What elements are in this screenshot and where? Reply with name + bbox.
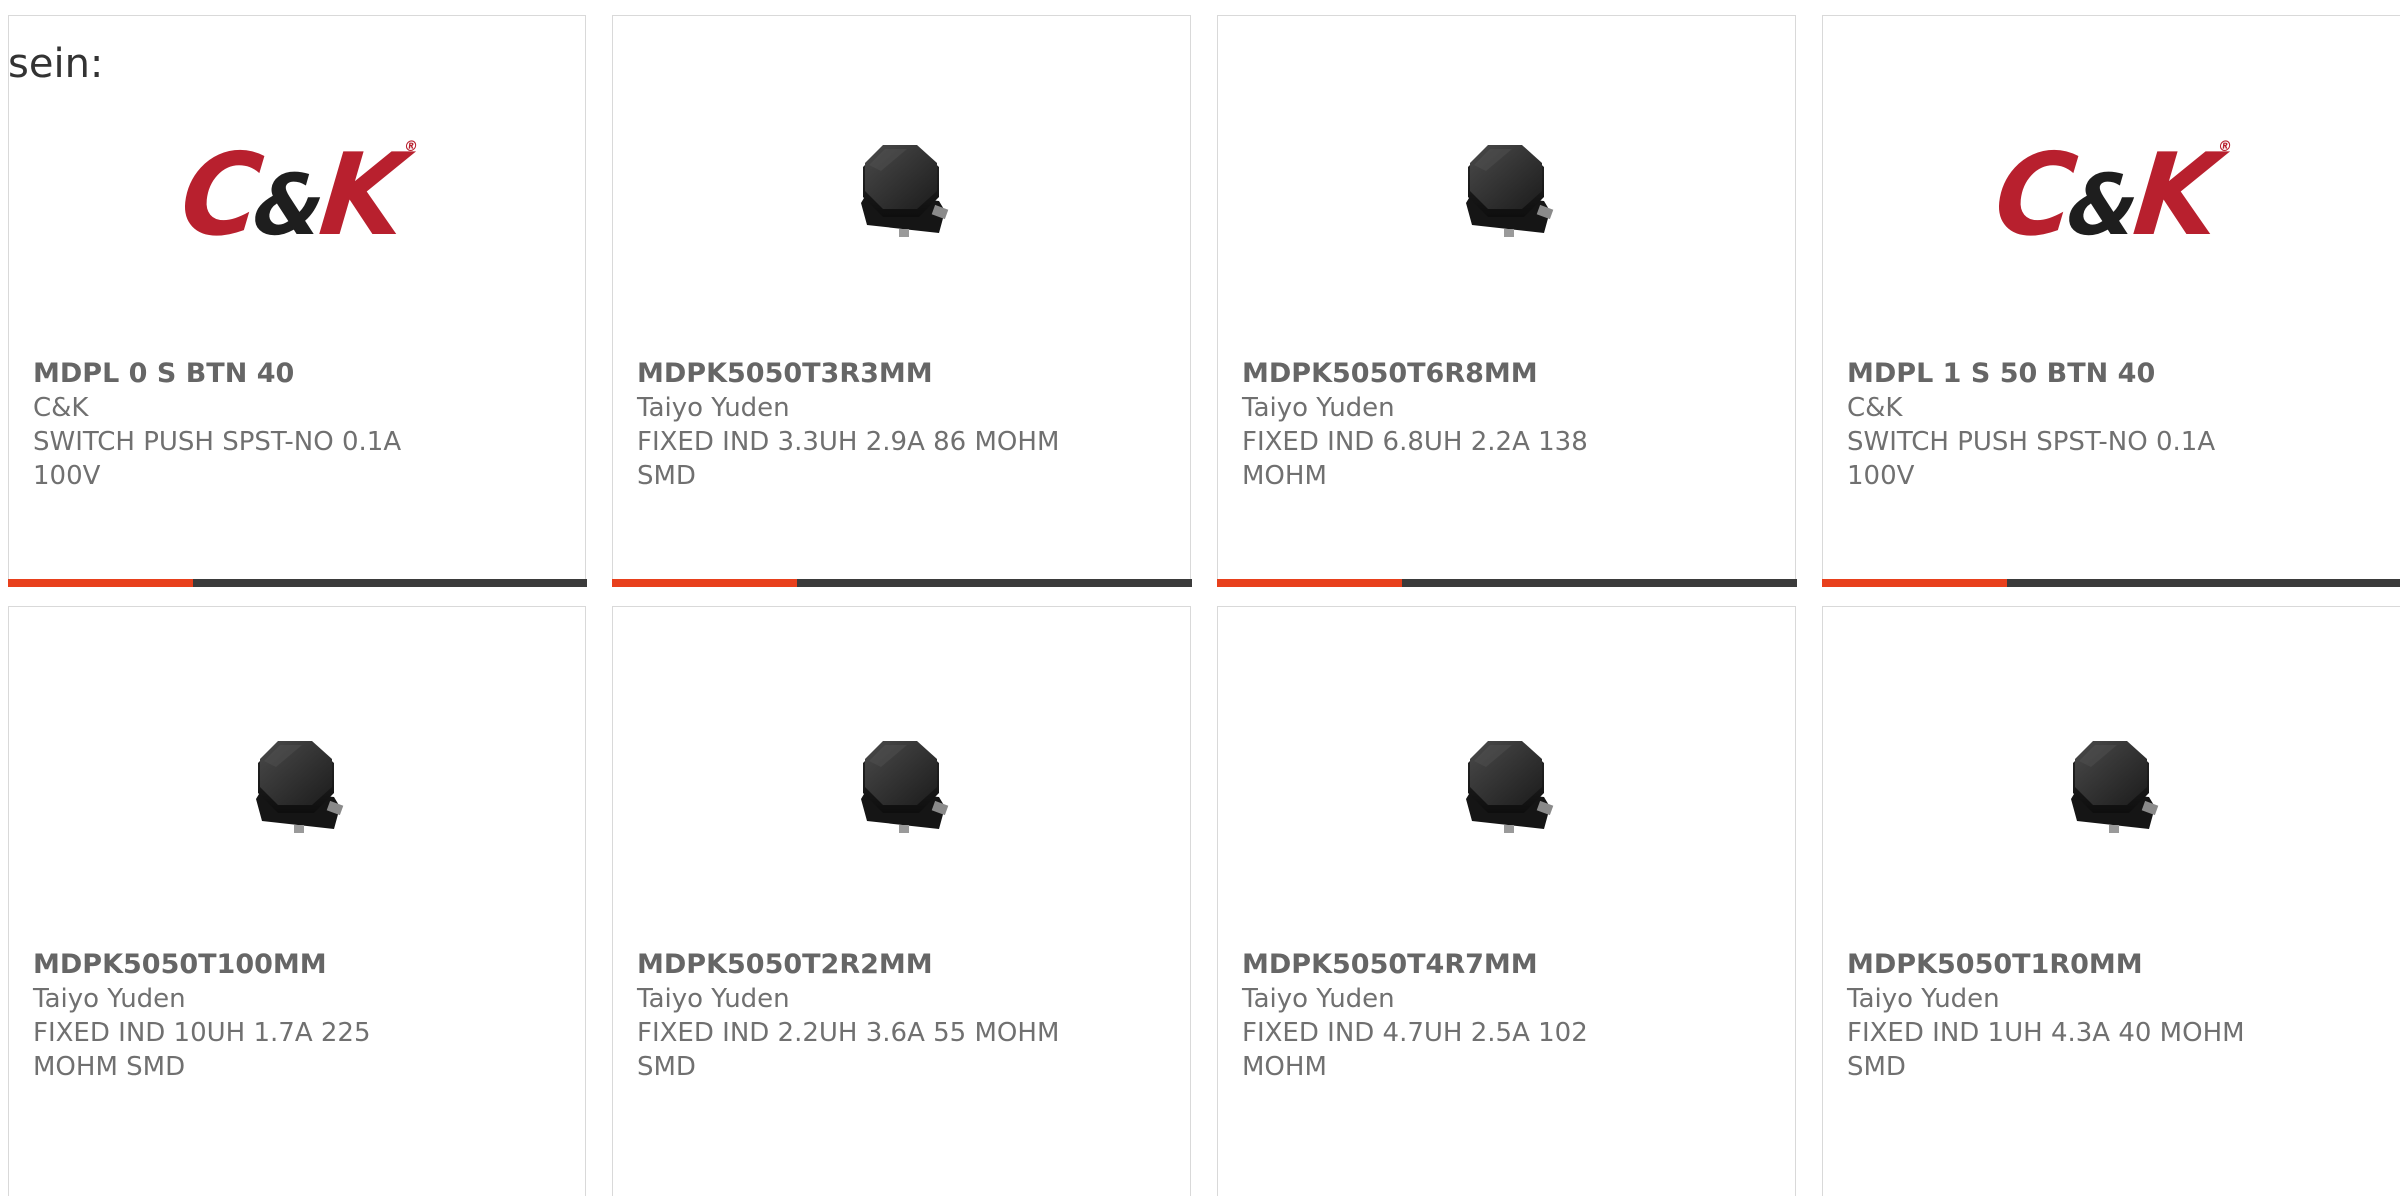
manufacturer: C&K: [33, 391, 561, 425]
smd-inductor-icon[interactable]: [1823, 712, 2400, 872]
product-info: MDPK5050T4R7MMTaiyo YudenFIXED IND 4.7UH…: [1242, 948, 1771, 1084]
progress-bar-fill: [1217, 579, 1403, 587]
product-info: MDPK5050T1R0MMTaiyo YudenFIXED IND 1UH 4…: [1847, 948, 2376, 1084]
part-number[interactable]: MDPK5050T100MM: [33, 948, 561, 982]
manufacturer: C&K: [1847, 391, 2376, 425]
product-description: FIXED IND 6.8UH 2.2A 138 MOHM: [1242, 425, 1672, 493]
product-card[interactable]: MDPK5050T100MMTaiyo YudenFIXED IND 10UH …: [8, 606, 586, 1196]
progress-bar: [1217, 579, 1797, 587]
product-card[interactable]: MDPK5050T3R3MMTaiyo YudenFIXED IND 3.3UH…: [612, 15, 1191, 586]
part-number[interactable]: MDPK5050T4R7MM: [1242, 948, 1771, 982]
manufacturer: Taiyo Yuden: [1242, 982, 1771, 1016]
ck-logo-mark: C&K®: [176, 139, 419, 252]
ck-logo[interactable]: C&K®: [9, 116, 585, 276]
product-info: MDPK5050T3R3MMTaiyo YudenFIXED IND 3.3UH…: [637, 357, 1166, 493]
progress-bar-fill: [8, 579, 193, 587]
progress-bar: [8, 579, 587, 587]
part-number[interactable]: MDPL 0 S BTN 40: [33, 357, 561, 391]
product-description: FIXED IND 3.3UH 2.9A 86 MOHM SMD: [637, 425, 1067, 493]
part-number[interactable]: MDPK5050T3R3MM: [637, 357, 1166, 391]
smd-inductor-icon[interactable]: [1218, 116, 1795, 276]
ck-logo[interactable]: C&K®: [1823, 116, 2400, 276]
product-card[interactable]: C&K® MDPL 0 S BTN 40C&KSWITCH PUSH SPST-N…: [8, 15, 586, 586]
product-description: SWITCH PUSH SPST-NO 0.1A 100V: [1847, 425, 2277, 493]
smd-inductor-icon[interactable]: [613, 116, 1190, 276]
product-card[interactable]: MDPK5050T4R7MMTaiyo YudenFIXED IND 4.7UH…: [1217, 606, 1796, 1196]
product-info: MDPL 1 S 50 BTN 40C&KSWITCH PUSH SPST-NO…: [1847, 357, 2376, 493]
product-description: FIXED IND 1UH 4.3A 40 MOHM SMD: [1847, 1016, 2277, 1084]
part-number[interactable]: MDPL 1 S 50 BTN 40: [1847, 357, 2376, 391]
smd-inductor-icon[interactable]: [1218, 712, 1795, 872]
progress-bar: [1822, 579, 2400, 587]
product-description: FIXED IND 10UH 1.7A 225 MOHM SMD: [33, 1016, 463, 1084]
manufacturer: Taiyo Yuden: [1242, 391, 1771, 425]
progress-bar-fill: [612, 579, 798, 587]
product-info: MDPK5050T2R2MMTaiyo YudenFIXED IND 2.2UH…: [637, 948, 1166, 1084]
ck-logo-mark: C&K®: [1990, 139, 2233, 252]
progress-bar: [612, 579, 1192, 587]
part-number[interactable]: MDPK5050T1R0MM: [1847, 948, 2376, 982]
product-description: FIXED IND 2.2UH 3.6A 55 MOHM SMD: [637, 1016, 1067, 1084]
product-card[interactable]: MDPK5050T1R0MMTaiyo YudenFIXED IND 1UH 4…: [1822, 606, 2400, 1196]
smd-inductor-icon[interactable]: [613, 712, 1190, 872]
product-info: MDPL 0 S BTN 40C&KSWITCH PUSH SPST-NO 0.…: [33, 357, 561, 493]
product-card[interactable]: MDPK5050T6R8MMTaiyo YudenFIXED IND 6.8UH…: [1217, 15, 1796, 586]
product-card[interactable]: C&K® MDPL 1 S 50 BTN 40C&KSWITCH PUSH SPS…: [1822, 15, 2400, 586]
progress-bar-fill: [1822, 579, 2008, 587]
part-number[interactable]: MDPK5050T2R2MM: [637, 948, 1166, 982]
manufacturer: Taiyo Yuden: [637, 391, 1166, 425]
product-card[interactable]: MDPK5050T2R2MMTaiyo YudenFIXED IND 2.2UH…: [612, 606, 1191, 1196]
intro-text: sein:: [8, 44, 103, 84]
manufacturer: Taiyo Yuden: [1847, 982, 2376, 1016]
product-description: SWITCH PUSH SPST-NO 0.1A 100V: [33, 425, 463, 493]
product-grid: C&K®MDPL 0 S BTN 40C&KSWITCH PUSH SPST-N…: [8, 15, 2400, 1196]
manufacturer: Taiyo Yuden: [637, 982, 1166, 1016]
part-number[interactable]: MDPK5050T6R8MM: [1242, 357, 1771, 391]
smd-inductor-icon[interactable]: [9, 712, 585, 872]
product-description: FIXED IND 4.7UH 2.5A 102 MOHM: [1242, 1016, 1672, 1084]
product-info: MDPK5050T6R8MMTaiyo YudenFIXED IND 6.8UH…: [1242, 357, 1771, 493]
manufacturer: Taiyo Yuden: [33, 982, 561, 1016]
product-info: MDPK5050T100MMTaiyo YudenFIXED IND 10UH …: [33, 948, 561, 1084]
